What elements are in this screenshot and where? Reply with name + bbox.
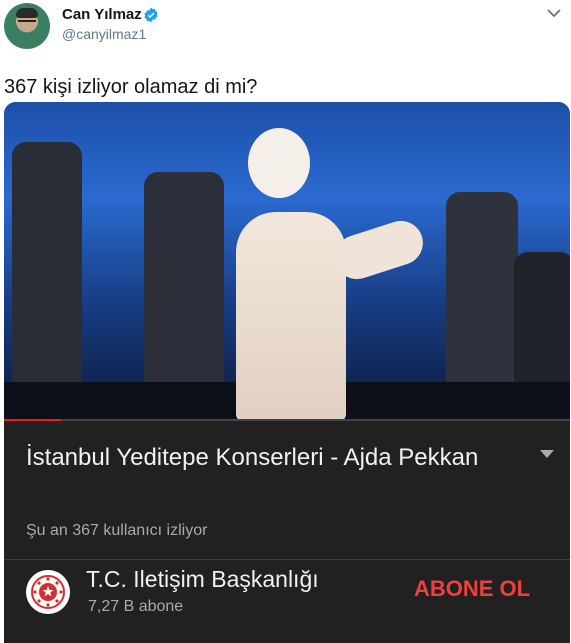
video-progress-bar[interactable] — [4, 419, 570, 421]
video-progress-fill — [4, 419, 61, 421]
expand-chevron-icon[interactable] — [540, 450, 554, 459]
user-handle[interactable]: @canyilmaz1 — [62, 26, 146, 42]
divider — [4, 559, 570, 560]
video-card[interactable]: İstanbul Yeditepe Konserleri - Ajda Pekk… — [4, 102, 570, 643]
channel-emblem-icon[interactable] — [26, 570, 70, 614]
subscriber-count: 7,27 B abone — [88, 598, 184, 615]
chevron-down-icon[interactable] — [547, 8, 561, 18]
video-title: İstanbul Yeditepe Konserleri - Ajda Pekk… — [26, 444, 479, 471]
display-name[interactable]: Can Yılmaz — [62, 6, 142, 23]
video-player[interactable] — [4, 102, 570, 421]
subscribe-button[interactable]: ABONE OL — [414, 576, 530, 602]
live-viewer-count: Şu an 367 kullanıcı izliyor — [26, 522, 208, 539]
channel-name[interactable]: T.C. Iletişim Başkanlığı — [86, 566, 319, 593]
tweet-text: 367 kişi izliyor olamaz di mi? — [4, 76, 258, 98]
verified-badge-icon — [144, 7, 158, 23]
tweet-header: Can Yılmaz @canyilmaz1 — [0, 0, 571, 60]
avatar[interactable] — [4, 3, 50, 49]
